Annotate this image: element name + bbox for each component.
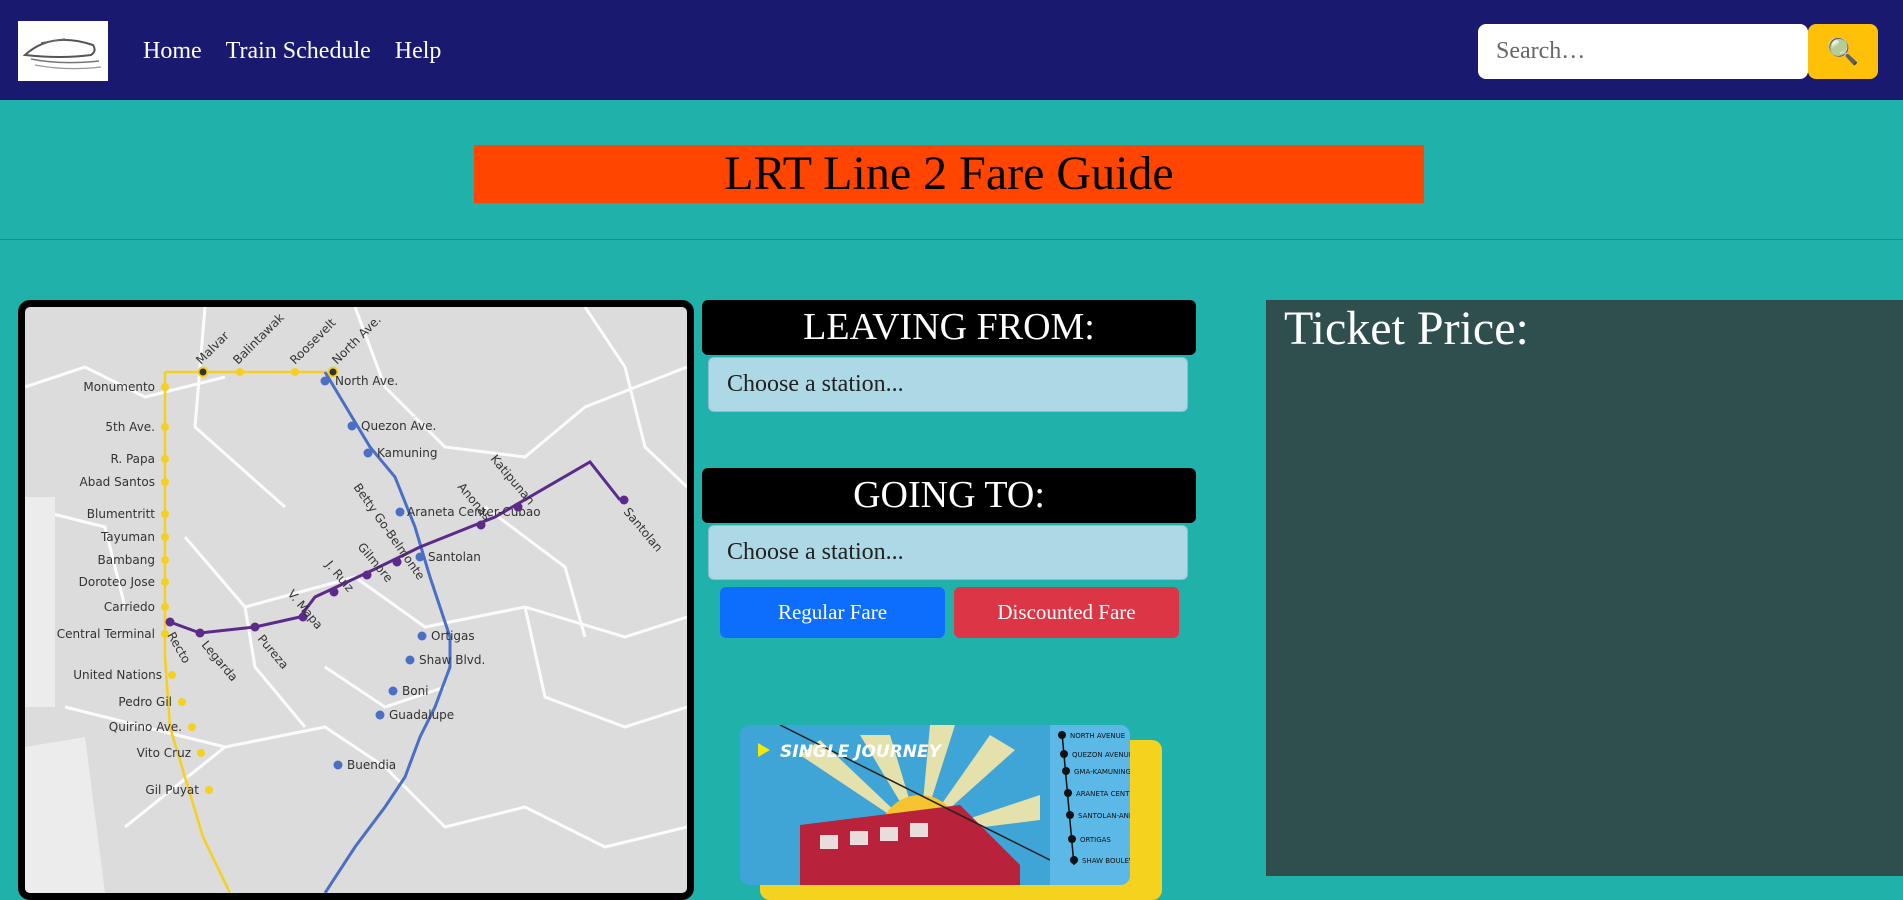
map-label: Gil Puyat [145,783,199,797]
ticket-station-label: NORTH AVENUE [1070,732,1125,740]
ticket-card-image: SINGLE JOURNEY NORTH AVENUE QUEZON AVENU… [740,725,1162,900]
map-label: R. Papa [110,452,155,466]
map-label: J. Ruiz [322,557,357,595]
map-label: Boni [402,684,429,698]
map-label: Doroteo Jose [79,575,155,589]
map-label: Buendia [347,758,396,772]
map-label: Balintawak [230,310,287,367]
navbar: Home Train Schedule Help 🔍 [0,0,1903,100]
ticket-station-label: SHAW BOULEVARD [1082,857,1130,865]
map-label: United Nations [73,668,162,682]
page-title: LRT Line 2 Fare Guide [474,145,1424,203]
nav-home-link[interactable]: Home [143,38,202,65]
divider [0,239,1903,240]
lrt-map: Malvar Balintawak Roosevelt North Ave. M… [18,300,694,900]
ticket-price-panel: Ticket Price: [1266,300,1903,876]
regular-fare-button[interactable]: Regular Fare [720,587,945,638]
nav-train-schedule-link[interactable]: Train Schedule [226,38,371,65]
map-label: Pureza [255,632,292,672]
map-label: Kamuning [377,446,437,460]
ticket-station-label: GMA-KAMUNING [1074,768,1130,776]
map-label: Quezon Ave. [361,419,436,433]
ticket-card-front: SINGLE JOURNEY NORTH AVENUE QUEZON AVENU… [740,725,1130,885]
map-label: Carriedo [104,600,155,614]
yellow-top-stations: Malvar Balintawak Roosevelt North Ave. [193,310,384,378]
map-label: Quirino Ave. [109,720,182,734]
going-to-select[interactable]: Choose a station... [708,525,1188,580]
map-label: Central Terminal [57,627,155,641]
train-logo-icon[interactable] [18,21,108,81]
map-label: Recto [164,630,193,666]
going-to-label: GOING TO: [702,468,1196,523]
leaving-from-label: LEAVING FROM: [702,300,1196,355]
map-label: Bambang [98,553,155,567]
map-label: 5th Ave. [105,420,155,434]
purple-stations: Recto Legarda Pureza V. Mapa J. Ruiz Gil… [164,452,665,684]
leaving-from-select[interactable]: Choose a station... [708,357,1188,412]
search-button[interactable]: 🔍 [1808,24,1878,79]
map-label: Malvar [193,329,232,368]
map-label: Shaw Blvd. [419,653,485,667]
map-label: Blumentritt [87,507,156,521]
ticket-station-label: QUEZON AVENUE [1072,751,1130,759]
yellow-left-stations: Monumento 5th Ave. R. Papa Abad Santos B… [57,380,213,797]
map-label: Guadalupe [389,708,454,722]
ticket-price-label: Ticket Price: [1284,302,1529,355]
nav-help-link[interactable]: Help [395,38,442,65]
map-label: Vito Cruz [137,746,191,760]
map-label: Santolan [428,550,481,564]
map-label: North Ave. [335,374,398,388]
ticket-station-label: ARANETA CENTER-CUBAO [1076,790,1130,798]
ticket-station-label: ORTIGAS [1080,836,1111,844]
map-label: Katipunan [488,452,538,508]
nav-links: Home Train Schedule Help [143,38,441,65]
ticket-heading: SINGLE JOURNEY [780,742,943,762]
map-label: Abad Santos [80,475,156,489]
ticket-station-label: SANTOLAN-ANNAPOLIS [1078,812,1130,820]
search-input[interactable] [1478,24,1808,79]
map-label: Ortigas [431,629,475,643]
discounted-fare-button[interactable]: Discounted Fare [954,587,1179,638]
map-label: Tayuman [100,530,155,544]
map-label: Legarda [199,638,241,684]
search-icon: 🔍 [1826,36,1860,66]
map-label: Monumento [83,380,155,394]
map-label: Pedro Gil [118,695,172,709]
map-label: Santolan [621,505,666,555]
